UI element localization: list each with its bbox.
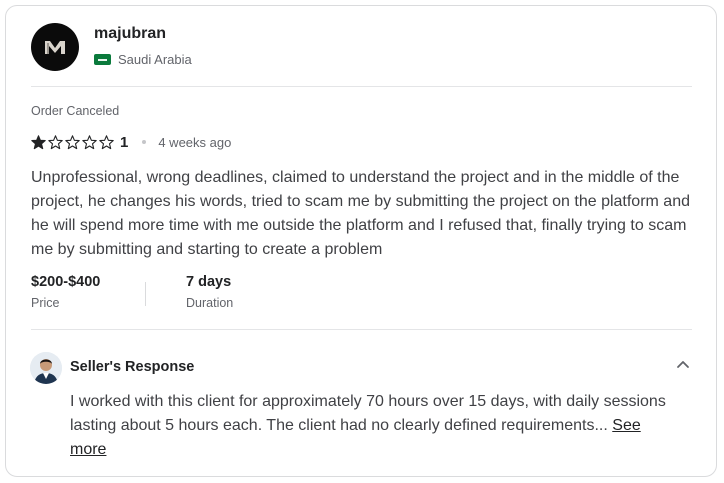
seller-avatar[interactable] bbox=[30, 352, 62, 384]
country-name: Saudi Arabia bbox=[118, 52, 192, 67]
star-outline-icon bbox=[82, 134, 97, 149]
divider bbox=[31, 329, 692, 330]
rating-row: 1 4 weeks ago bbox=[31, 133, 231, 151]
star-rating bbox=[31, 134, 116, 150]
price-value: $200-$400 bbox=[31, 274, 101, 290]
star-outline-icon bbox=[99, 134, 114, 149]
duration-block: 7 days Duration bbox=[186, 274, 233, 310]
chevron-up-icon bbox=[677, 361, 689, 368]
m-logo-icon bbox=[45, 41, 65, 54]
seller-response-title: Seller's Response bbox=[70, 359, 195, 375]
separator-dot bbox=[142, 140, 147, 144]
star-outline-icon bbox=[65, 134, 80, 149]
review-text: Unprofessional, wrong deadlines, claimed… bbox=[31, 169, 690, 258]
seller-photo-icon bbox=[30, 352, 62, 384]
price-block: $200-$400 Price bbox=[31, 274, 100, 310]
duration-label: Duration bbox=[186, 296, 234, 310]
meta-separator bbox=[145, 282, 146, 306]
price-label: Price bbox=[31, 296, 60, 310]
star-filled-icon bbox=[31, 134, 46, 149]
divider bbox=[31, 86, 692, 87]
rating-value: 1 bbox=[120, 133, 129, 151]
reviewer-avatar[interactable] bbox=[31, 23, 79, 71]
review-time: 4 weeks ago bbox=[158, 134, 232, 150]
saudi-arabia-flag-icon bbox=[94, 54, 111, 65]
order-status: Order Canceled bbox=[31, 104, 120, 118]
duration-value: 7 days bbox=[186, 274, 232, 290]
seller-response-body: I worked with this client for approximat… bbox=[70, 393, 666, 434]
reviewer-username[interactable]: majubran bbox=[94, 25, 166, 43]
star-outline-icon bbox=[48, 134, 63, 149]
collapse-response-button[interactable] bbox=[674, 356, 692, 374]
reviewer-country: Saudi Arabia bbox=[94, 52, 192, 67]
review-card: majubran Saudi Arabia Order Canceled 1 4… bbox=[5, 5, 717, 477]
seller-response-text: I worked with this client for approximat… bbox=[70, 390, 670, 462]
